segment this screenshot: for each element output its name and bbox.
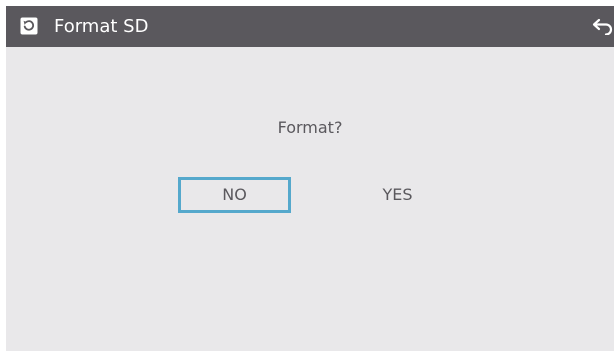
header-bar: Format SD (6, 6, 614, 47)
format-sd-icon (20, 17, 38, 35)
page-title: Format SD (54, 16, 149, 37)
format-sd-screen: Format SD Format? NO YES (6, 6, 614, 351)
back-arrow-icon[interactable] (592, 17, 614, 35)
no-button[interactable]: NO (178, 177, 291, 213)
yes-button[interactable]: YES (341, 177, 454, 213)
format-prompt: Format? (277, 118, 343, 137)
